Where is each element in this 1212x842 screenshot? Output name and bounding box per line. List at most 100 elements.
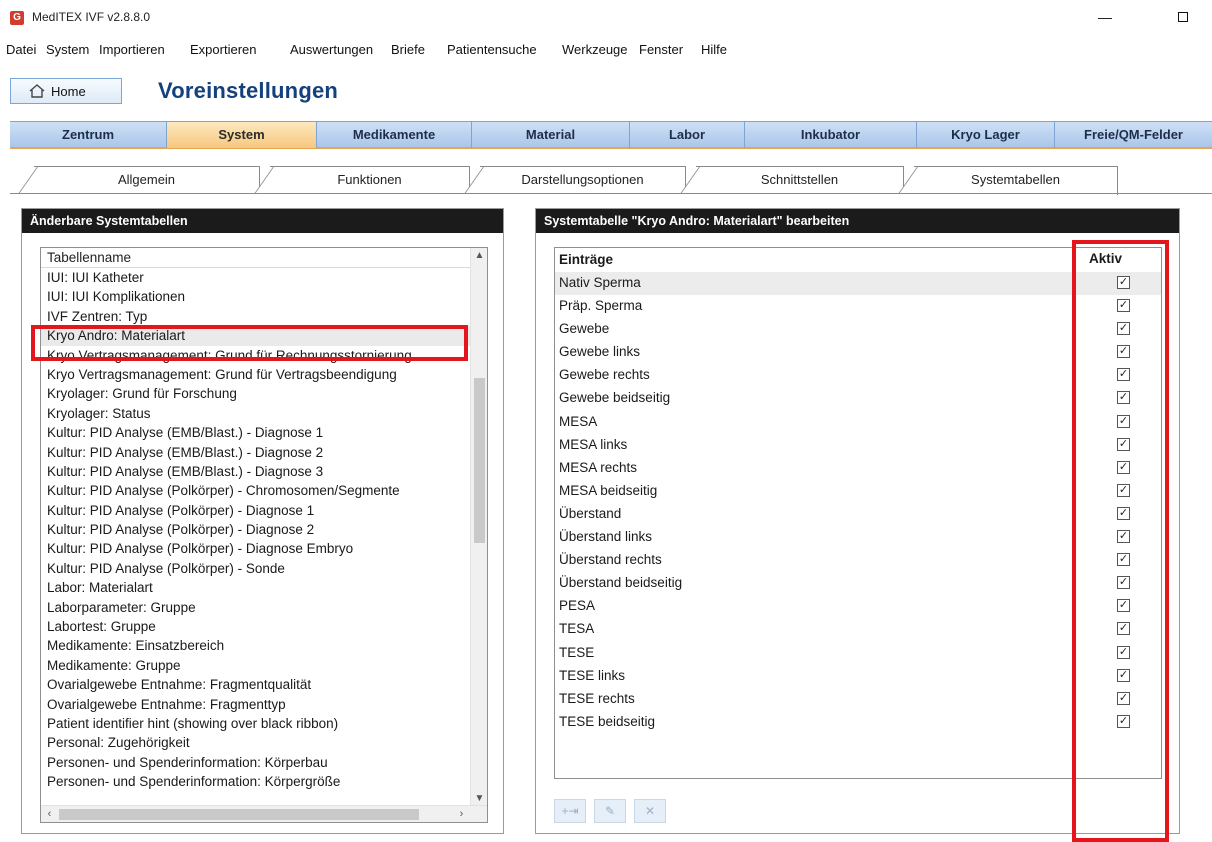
menu-importieren[interactable]: Importieren xyxy=(99,42,165,57)
list-item[interactable]: Personal: Zugehörigkeit xyxy=(41,733,487,752)
table-row[interactable]: Überstand beidseitig ✓ xyxy=(555,572,1161,595)
table-row[interactable]: TESE ✓ xyxy=(555,642,1161,665)
scroll-left-icon[interactable]: ‹ xyxy=(41,806,58,822)
list-item[interactable]: Kryolager: Status xyxy=(41,404,487,423)
page-title: Voreinstellungen xyxy=(158,78,339,103)
entry-name: MESA links xyxy=(559,436,628,452)
list-item[interactable]: Kryo Vertragsmanagement: Grund für Vertr… xyxy=(41,365,487,384)
vertical-scrollbar[interactable]: ▲ ▼ xyxy=(470,248,487,822)
list-item[interactable]: Laborparameter: Gruppe xyxy=(41,598,487,617)
edit-entry-button[interactable]: ✎ xyxy=(594,799,626,823)
list-item[interactable]: Patient identifier hint (showing over bl… xyxy=(41,714,487,733)
menu-datei[interactable]: Datei xyxy=(6,42,36,57)
list-item[interactable]: Kultur: PID Analyse (Polkörper) - Chromo… xyxy=(41,481,487,500)
system-tables-title: Änderbare Systemtabellen xyxy=(22,209,503,233)
list-item[interactable]: Kultur: PID Analyse (EMB/Blast.) - Diagn… xyxy=(41,443,487,462)
delete-entry-button[interactable]: ✕ xyxy=(634,799,666,823)
list-item[interactable]: Kultur: PID Analyse (Polkörper) - Diagno… xyxy=(41,501,487,520)
tab-kryo-lager[interactable]: Kryo Lager xyxy=(917,122,1055,148)
tab-labor[interactable]: Labor xyxy=(630,122,745,148)
window-title: MedITEX IVF v2.8.8.0 xyxy=(32,10,151,24)
maximize-button[interactable] xyxy=(1168,6,1198,28)
table-row[interactable]: Gewebe ✓ xyxy=(555,318,1161,341)
list-item[interactable]: Kultur: PID Analyse (EMB/Blast.) - Diagn… xyxy=(41,423,487,442)
table-row[interactable]: Gewebe rechts ✓ xyxy=(555,364,1161,387)
table-row[interactable]: MESA beidseitig ✓ xyxy=(555,480,1161,503)
scroll-right-icon[interactable]: › xyxy=(453,806,470,822)
entry-name: TESE links xyxy=(559,667,626,683)
table-row[interactable]: TESE beidseitig ✓ xyxy=(555,711,1161,734)
list-item[interactable]: Kultur: PID Analyse (EMB/Blast.) - Diagn… xyxy=(41,462,487,481)
entry-name: MESA xyxy=(559,413,598,429)
list-item[interactable]: Labortest: Gruppe xyxy=(41,617,487,636)
tab-zentrum[interactable]: Zentrum xyxy=(10,122,167,148)
list-item[interactable]: Kultur: PID Analyse (Polkörper) - Diagno… xyxy=(41,539,487,558)
list-item[interactable]: Kryolager: Grund für Forschung xyxy=(41,384,487,403)
list-item[interactable]: Labor: Materialart xyxy=(41,578,487,597)
col-entries-header[interactable]: Einträge xyxy=(559,252,613,267)
list-item[interactable]: IUI: IUI Katheter xyxy=(41,268,487,287)
tab-freie-qm-felder[interactable]: Freie/QM-Felder xyxy=(1055,122,1212,148)
table-row[interactable]: MESA ✓ xyxy=(555,411,1161,434)
table-row[interactable]: TESA ✓ xyxy=(555,618,1161,641)
vertical-scroll-thumb[interactable] xyxy=(474,378,485,543)
list-item[interactable]: IVF Zentren: Typ xyxy=(41,307,487,326)
table-row[interactable]: TESE links ✓ xyxy=(555,665,1161,688)
menu-exportieren[interactable]: Exportieren xyxy=(190,42,256,57)
list-item[interactable]: Medikamente: Gruppe xyxy=(41,656,487,675)
subtab-allgemein[interactable]: Allgemein xyxy=(34,166,260,193)
table-row[interactable]: Überstand ✓ xyxy=(555,503,1161,526)
table-row[interactable]: MESA rechts ✓ xyxy=(555,457,1161,480)
menu-patientensuche[interactable]: Patientensuche xyxy=(447,42,537,57)
menu-fenster[interactable]: Fenster xyxy=(639,42,683,57)
list-item[interactable]: Personen- und Spenderinformation: Körper… xyxy=(41,753,487,772)
list-item[interactable]: Personen- und Spenderinformation: Körper… xyxy=(41,772,487,791)
entry-name: Gewebe xyxy=(559,321,610,337)
table-row[interactable]: Überstand rechts ✓ xyxy=(555,549,1161,572)
list-item[interactable]: Kultur: PID Analyse (Polkörper) - Diagno… xyxy=(41,520,487,539)
table-row[interactable]: Gewebe beidseitig ✓ xyxy=(555,387,1161,410)
menu-hilfe[interactable]: Hilfe xyxy=(701,42,727,57)
table-row[interactable]: Nativ Sperma ✓ xyxy=(555,272,1161,296)
subtab-darstellungsoptionen[interactable]: Darstellungsoptionen xyxy=(480,166,686,193)
table-row[interactable]: Präp. Sperma ✓ xyxy=(555,295,1161,318)
list-item[interactable]: Medikamente: Einsatzbereich xyxy=(41,636,487,655)
entry-name: TESE xyxy=(559,644,595,660)
home-label: Home xyxy=(51,83,86,99)
horizontal-scroll-thumb[interactable] xyxy=(59,809,419,820)
home-icon xyxy=(29,84,45,98)
table-row[interactable]: TESE rechts ✓ xyxy=(555,688,1161,711)
list-item[interactable]: Ovarialgewebe Entnahme: Fragmentqualität xyxy=(41,675,487,694)
menu-auswertungen[interactable]: Auswertungen xyxy=(290,42,373,57)
tab-system[interactable]: System xyxy=(167,122,317,148)
table-row[interactable]: MESA links ✓ xyxy=(555,434,1161,457)
minimize-button[interactable]: — xyxy=(1090,6,1120,28)
horizontal-scrollbar[interactable]: ‹ › xyxy=(41,805,487,822)
tab-material[interactable]: Material xyxy=(472,122,630,148)
list-column-header[interactable]: Tabellenname xyxy=(41,248,487,268)
home-button[interactable]: Home xyxy=(10,78,122,104)
list-item[interactable]: Kultur: PID Analyse (Polkörper) - Sonde xyxy=(41,559,487,578)
table-row[interactable]: Überstand links ✓ xyxy=(555,526,1161,549)
entry-name: Gewebe links xyxy=(559,344,641,360)
tab-medikamente[interactable]: Medikamente xyxy=(317,122,472,148)
scroll-down-icon[interactable]: ▼ xyxy=(471,793,487,804)
menu-system[interactable]: System xyxy=(46,42,89,57)
table-row[interactable]: Gewebe links ✓ xyxy=(555,341,1161,364)
table-row[interactable]: PESA ✓ xyxy=(555,595,1161,618)
subtab-systemtabellen[interactable]: Systemtabellen xyxy=(914,166,1118,195)
entry-name: Präp. Sperma xyxy=(559,298,643,314)
subtab-funktionen[interactable]: Funktionen xyxy=(270,166,470,193)
list-item[interactable]: Ovarialgewebe Entnahme: Fragmenttyp xyxy=(41,695,487,714)
tab-inkubator[interactable]: Inkubator xyxy=(745,122,917,148)
entries-table[interactable]: Einträge Aktiv Nativ Sperma ✓ Präp. Sperma… xyxy=(554,247,1162,779)
menu-werkzeuge[interactable]: Werkzeuge xyxy=(562,42,628,57)
subtab-schnittstellen[interactable]: Schnittstellen xyxy=(696,166,904,193)
scroll-up-icon[interactable]: ▲ xyxy=(471,250,487,261)
entry-name: MESA rechts xyxy=(559,459,638,475)
entry-name: PESA xyxy=(559,598,596,614)
add-entry-button[interactable]: +⇥ xyxy=(554,799,586,823)
menu-briefe[interactable]: Briefe xyxy=(391,42,425,57)
entry-name: TESA xyxy=(559,621,595,637)
list-item[interactable]: IUI: IUI Komplikationen xyxy=(41,287,487,306)
